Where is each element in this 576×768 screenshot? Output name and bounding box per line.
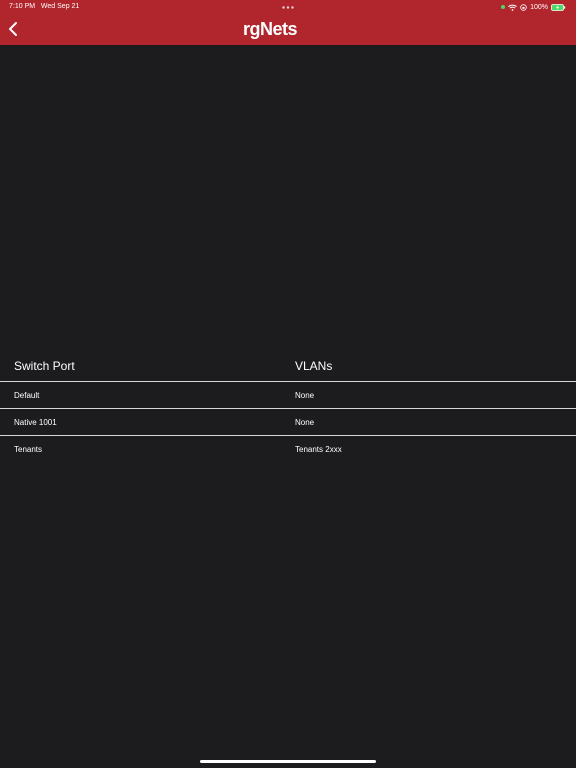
battery-percentage: 100% [530, 3, 548, 11]
header-switch-port: Switch Port [14, 359, 75, 373]
cell-vlans: Tenants 2xxx [295, 445, 342, 454]
switch-port-table: Switch Port VLANs Default None Native 10… [0, 348, 576, 462]
status-time: 7:10 PM [9, 3, 36, 10]
cell-vlans: None [295, 391, 315, 400]
home-indicator[interactable] [200, 760, 376, 763]
rgnets-logo: rgNets [243, 19, 298, 39]
app-screen: 7:10 PM Wed Sep 21 100% rgNets Switch Po… [0, 0, 576, 768]
status-indicators: 100% [501, 2, 566, 12]
table-header: Switch Port VLANs [0, 348, 576, 382]
navigation-bar: 7:10 PM Wed Sep 21 100% rgNets [0, 0, 576, 45]
table-row[interactable]: Default None [0, 382, 576, 409]
chevron-left-icon[interactable] [4, 18, 24, 40]
lock-rotation-icon [520, 3, 527, 11]
cell-switch-port: Default [14, 391, 40, 400]
multitasking-dots-icon[interactable] [282, 6, 294, 9]
cell-switch-port: Tenants [14, 445, 43, 454]
status-bar-datetime: 7:10 PM Wed Sep 21 [9, 3, 79, 10]
status-date: Wed Sep 21 [40, 3, 80, 10]
cell-vlans: None [295, 418, 315, 427]
header-vlans: VLANs [295, 359, 333, 373]
wifi-icon [508, 4, 517, 11]
table-row[interactable]: Tenants Tenants 2xxx [0, 436, 576, 462]
cell-switch-port: Native 1001 [14, 418, 57, 427]
battery-charging-icon [551, 3, 566, 11]
table-row[interactable]: Native 1001 None [0, 409, 576, 436]
svg-text:rgNets: rgNets [243, 19, 298, 39]
recording-dot-icon [501, 5, 506, 9]
